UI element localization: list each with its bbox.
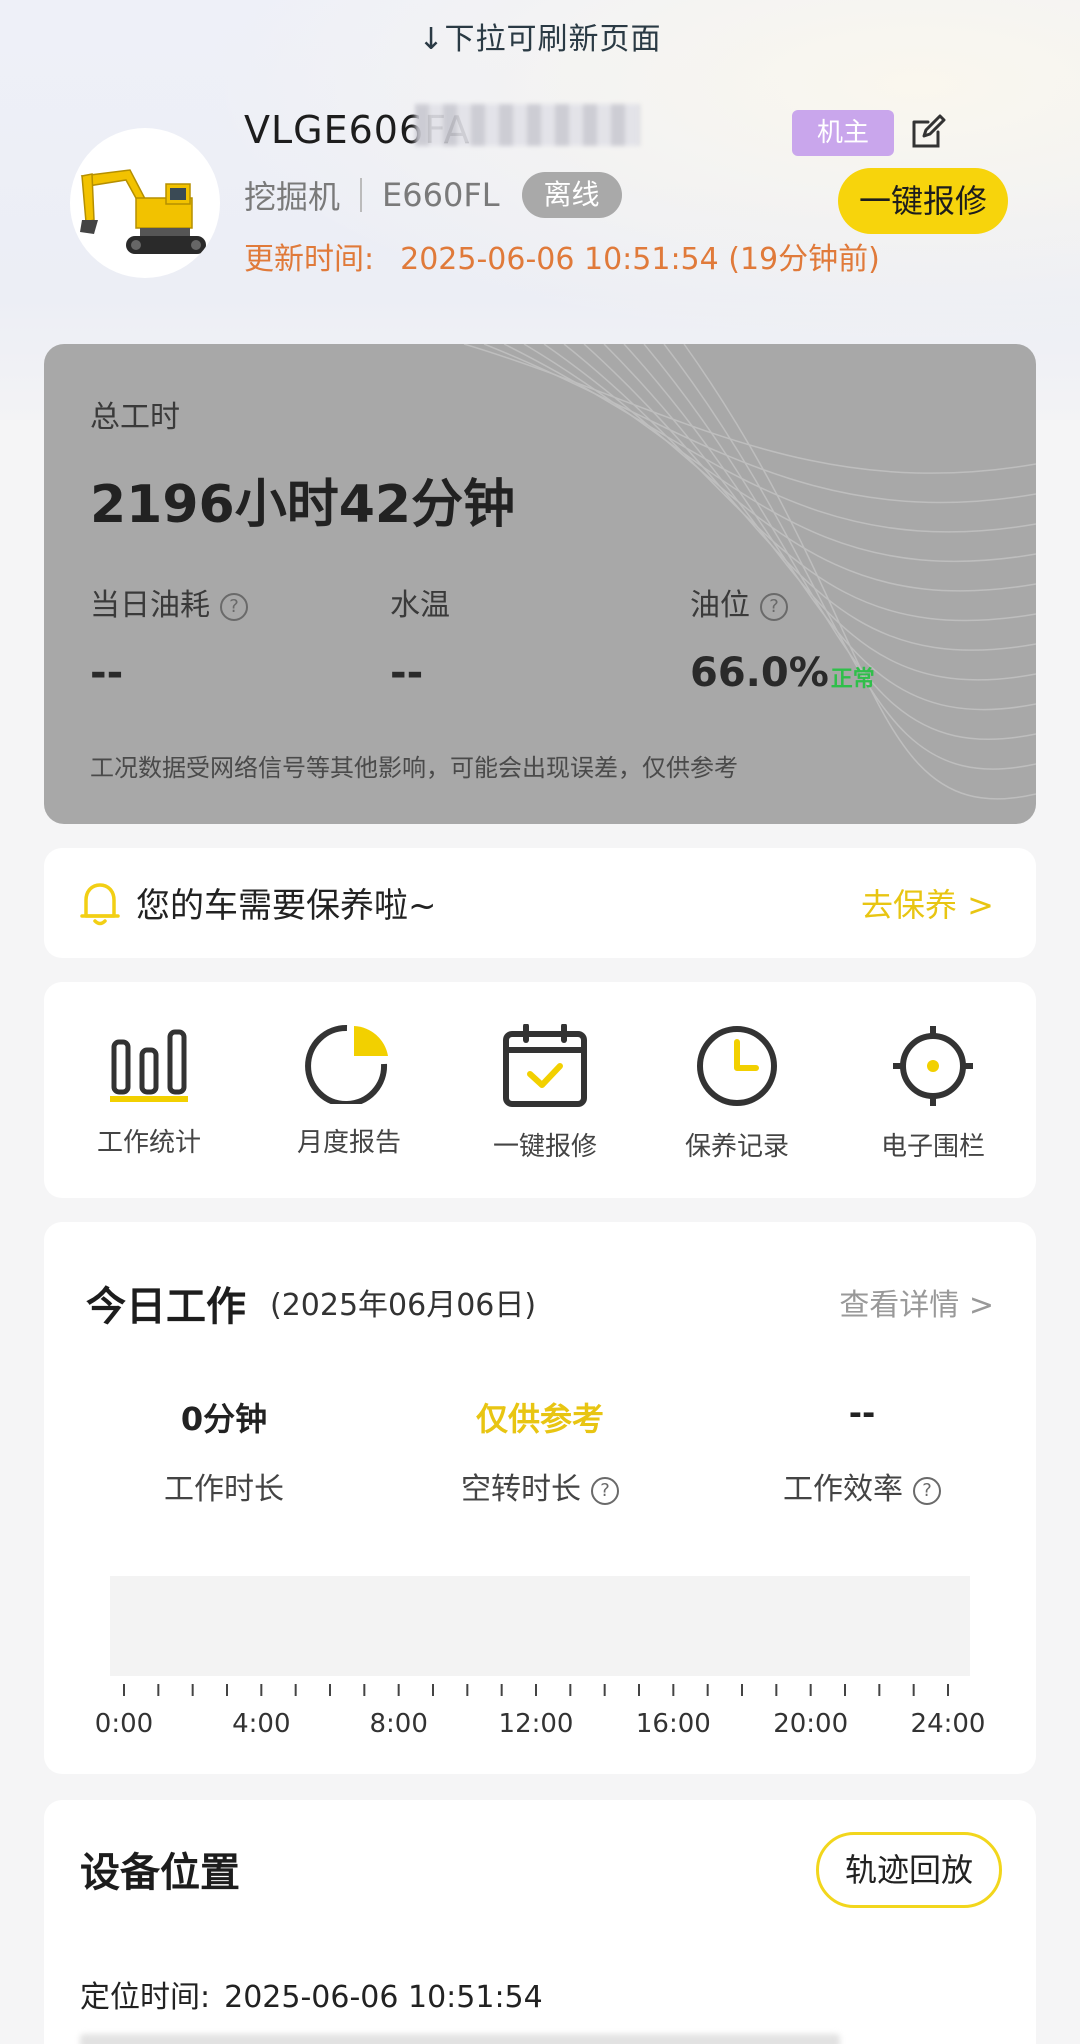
work-duration-label: 工作时长 [164, 1472, 284, 1507]
bar-chart-icon [110, 1029, 188, 1102]
update-time-row: 更新时间: 2025-06-06 10:51:54 (19分钟前) [244, 234, 880, 278]
help-icon[interactable]: ? [591, 1476, 619, 1505]
water-temp-label: 水温 [390, 588, 450, 623]
shortcut-work-stats[interactable]: 工作统计 [64, 1024, 234, 1159]
vin-redaction [415, 104, 640, 146]
location-title: 设备位置 [80, 1850, 240, 1896]
oil-level-status: 正常 [830, 667, 875, 692]
device-model: E660FL [382, 176, 500, 214]
work-efficiency-label-text: 工作效率 [783, 1472, 903, 1507]
total-hours-label: 总工时 [90, 400, 180, 435]
shortcut-label: 工作统计 [96, 1128, 201, 1158]
device-location-card: 设备位置 轨迹回放 定位时间: 2025-06-06 10:51:54 [44, 1800, 1036, 2044]
bell-icon [80, 883, 120, 926]
pull-to-refresh-hint: ↓下拉可刷新页面 [418, 22, 662, 57]
maintenance-reminder[interactable]: 您的车需要保养啦~ 去保养 > [44, 848, 1036, 958]
crosshair-icon [893, 1026, 973, 1106]
timeline-label: 16:00 [636, 1709, 711, 1739]
shortcut-label: 月度报告 [296, 1128, 401, 1158]
oil-level-label: 油位? [690, 580, 788, 624]
help-icon[interactable]: ? [760, 592, 788, 621]
work-timeline-bar [110, 1576, 970, 1676]
device-meta-row: 挖掘机 E660FL 离线 [244, 172, 622, 218]
shortcut-maintenance-records[interactable]: 保养记录 [652, 1024, 822, 1163]
idle-duration-value: 仅供参考 [475, 1400, 604, 1438]
timeline-label: 20:00 [773, 1709, 848, 1739]
work-efficiency-value: -- [848, 1394, 876, 1432]
status-badge: 离线 [521, 172, 622, 218]
shortcut-label: 保养记录 [684, 1132, 789, 1162]
today-work-card: 今日工作 (2025年06月06日) 查看详情 > 0分钟 仅供参考 -- 工作… [44, 1222, 1036, 1774]
timeline-label: 8:00 [369, 1709, 427, 1739]
fuel-consumption-label: 当日油耗? [90, 580, 248, 624]
go-maintenance-link[interactable]: 去保养 > [861, 880, 994, 926]
clock-icon [697, 1026, 777, 1106]
shortcut-quick-repair[interactable]: 一键报修 [460, 1024, 630, 1163]
divider [360, 178, 363, 212]
excavator-icon [80, 169, 206, 254]
shortcut-monthly-report[interactable]: 月度报告 [264, 1024, 434, 1159]
timeline-label: 4:00 [232, 1709, 290, 1739]
timeline-label: 0:00 [95, 1709, 153, 1739]
shortcut-menu: 工作统计 月度报告 一键报修 保养记录 电子围栏 [44, 982, 1036, 1198]
quick-repair-button[interactable]: 一键报修 [838, 168, 1008, 234]
idle-duration-label-text: 空转时长 [461, 1472, 581, 1507]
oil-level-label-text: 油位 [690, 588, 750, 623]
location-time-row: 定位时间: 2025-06-06 10:51:54 [80, 1972, 543, 2016]
calendar-check-icon [503, 1024, 587, 1107]
shortcut-label: 一键报修 [492, 1132, 597, 1162]
location-address-cropped [80, 2034, 840, 2044]
timeline-axis: 0:00 4:00 8:00 12:00 16:00 20:00 24:00 [95, 1684, 986, 1739]
today-work-date: (2025年06月06日) [270, 1288, 537, 1323]
timeline-label: 24:00 [911, 1709, 986, 1739]
oil-level-value: 66.0% [690, 650, 829, 696]
data-disclaimer: 工况数据受网络信号等其他影响，可能会出现误差，仅供参考 [90, 754, 738, 782]
view-details-link[interactable]: 查看详情 > [839, 1280, 994, 1324]
idle-duration-label: 空转时长? [390, 1464, 690, 1508]
maintenance-message: 您的车需要保养啦~ [136, 886, 437, 926]
work-stats-card: 总工时 2196小时42分钟 当日油耗? 水温 油位? -- -- 66.0%正… [44, 344, 1036, 824]
track-replay-button[interactable]: 轨迹回放 [816, 1832, 1002, 1908]
excavator-avatar [70, 128, 220, 278]
today-work-title: 今日工作 [86, 1284, 246, 1330]
pie-chart-icon [305, 1024, 388, 1104]
shortcut-label: 电子围栏 [880, 1132, 985, 1162]
edit-icon[interactable] [908, 112, 948, 152]
water-temp-value: -- [390, 650, 424, 696]
app-page: ↓下拉可刷新页面 VLGE606FA 机主 挖掘机 E660FL 离线 一键报修… [0, 0, 1080, 2044]
fuel-consumption-label-text: 当日油耗 [90, 588, 210, 623]
oil-level-row: 66.0%正常 [690, 650, 875, 696]
update-time-label: 更新时间: [244, 242, 375, 277]
total-hours-value: 2196小时42分钟 [90, 475, 516, 535]
update-time-value: 2025-06-06 10:51:54 (19分钟前) [400, 242, 880, 277]
work-duration-value: 0分钟 [180, 1400, 268, 1438]
shortcut-geofence[interactable]: 电子围栏 [848, 1024, 1018, 1163]
timeline-label: 12:00 [499, 1709, 574, 1739]
location-time-label: 定位时间: [80, 1980, 211, 2015]
help-icon[interactable]: ? [913, 1476, 941, 1505]
owner-badge: 机主 [792, 110, 894, 156]
work-efficiency-label: 工作效率? [712, 1464, 1012, 1508]
fuel-consumption-value: -- [90, 650, 124, 696]
device-type: 挖掘机 [244, 178, 341, 216]
help-icon[interactable]: ? [220, 592, 248, 621]
location-time-value: 2025-06-06 10:51:54 [224, 1980, 543, 2015]
